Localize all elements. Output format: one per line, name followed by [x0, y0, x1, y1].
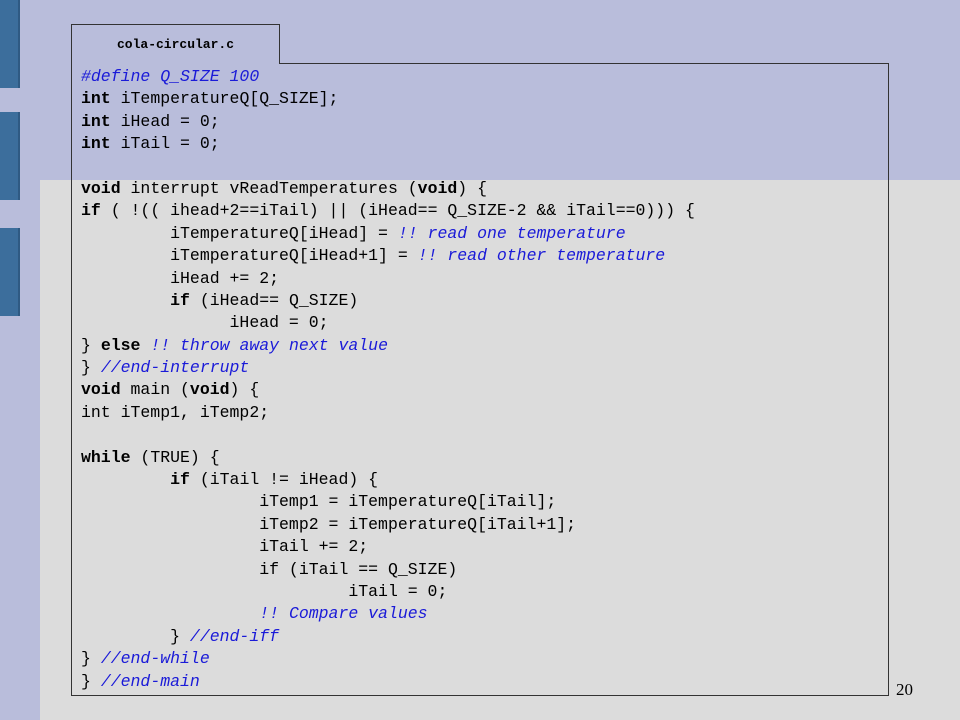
code-text: iTemperatureQ[iHead+1] = [81, 246, 418, 266]
code-line: int iTail = 0; [81, 133, 695, 155]
code-text: iHead = 0; [110, 111, 220, 131]
code-line: if (iHead== Q_SIZE) [81, 290, 695, 312]
code-text: } [81, 626, 190, 646]
code-text: ) { [457, 178, 487, 198]
code-line: } //end-iff [81, 626, 695, 648]
code-line: iTemp2 = iTemperatureQ[iTail+1]; [81, 514, 695, 536]
code-text: if (iTail == Q_SIZE) [81, 559, 458, 579]
code-line: iHead = 0; [81, 312, 695, 334]
code-text: (iHead== Q_SIZE) [189, 290, 359, 310]
code-line: } //end-interrupt [81, 357, 695, 379]
code-text: iTemp1 = iTemperatureQ[iTail]; [81, 492, 557, 512]
code-comment: !! Compare values [259, 604, 428, 624]
code-text: ) { [229, 380, 260, 400]
code-line: int iTemperatureQ[Q_SIZE]; [81, 88, 695, 110]
code-keyword: if [170, 470, 190, 490]
accent-bar-3 [0, 228, 20, 316]
code-line: if (iTail == Q_SIZE) [81, 559, 695, 581]
code-keyword: else [100, 335, 141, 355]
code-line: int iTemp1, iTemp2; [81, 402, 695, 424]
file-tab[interactable]: cola-circular.c [71, 24, 280, 64]
code-text: } [81, 671, 101, 691]
code-text: iTemp2 = iTemperatureQ[iTail+1]; [81, 514, 577, 534]
code-text: } [81, 358, 101, 378]
code-line: iHead += 2; [81, 268, 695, 290]
code-line: void main (void) { [81, 379, 695, 401]
code-keyword: int [81, 111, 111, 131]
code-block: #define Q_SIZE 100 int iTemperatureQ[Q_SI… [81, 66, 695, 693]
code-text: int iTemp1, iTemp2; [81, 402, 270, 422]
code-line: void interrupt vReadTemperatures (void) … [81, 178, 695, 200]
code-keyword: void [81, 178, 121, 198]
code-text: iHead += 2; [81, 268, 280, 288]
code-comment: !! throw away next value [150, 335, 388, 355]
code-text: iTemperatureQ[Q_SIZE]; [110, 89, 339, 109]
code-text: iHead = 0; [81, 313, 329, 333]
code-keyword: void [417, 178, 458, 198]
code-comment: //end-main [100, 671, 200, 691]
code-text: iTail = 0; [110, 134, 220, 154]
code-line: int iHead = 0; [81, 111, 695, 133]
code-keyword: int [81, 89, 111, 109]
code-line: if ( !(( ihead+2==iTail) || (iHead== Q_S… [81, 200, 695, 222]
code-line: #define Q_SIZE 100 [81, 66, 695, 88]
code-text: main ( [120, 380, 190, 400]
code-comment: #define Q_SIZE 100 [81, 67, 260, 86]
code-keyword: int [81, 134, 111, 154]
code-line: while (TRUE) { [81, 447, 695, 469]
code-keyword: if [170, 290, 190, 310]
code-text: (TRUE) { [130, 447, 220, 467]
code-line: !! Compare values [81, 603, 695, 625]
code-text: iTail += 2; [81, 537, 369, 557]
code-comment: //end-iff [189, 626, 280, 646]
code-text: iTemperatureQ[iHead] = [81, 223, 398, 243]
accent-bar-1 [0, 0, 20, 88]
code-line: } //end-main [81, 671, 695, 693]
code-text: interrupt vReadTemperatures ( [120, 178, 418, 198]
accent-bar-2 [0, 112, 20, 200]
code-text: iTail = 0; [81, 581, 448, 601]
code-comment: !! read one temperature [397, 223, 626, 243]
code-keyword: while [81, 447, 131, 467]
code-text: } [81, 335, 101, 355]
page-number: 20 [896, 680, 913, 699]
code-comment: //end-interrupt [100, 358, 250, 378]
code-comment: //end-while [100, 649, 210, 669]
code-comment: !! read other temperature [417, 246, 666, 266]
code-line: iTail = 0; [81, 581, 695, 603]
code-text: ( !(( ihead+2==iTail) || (iHead== Q_SIZE… [100, 201, 695, 221]
code-line: } //end-while [81, 648, 695, 670]
code-keyword: void [81, 380, 121, 400]
code-line: iTemperatureQ[iHead] = !! read one tempe… [81, 223, 695, 245]
code-text: } [81, 649, 101, 669]
code-line: } else !! throw away next value [81, 335, 695, 357]
code-text: (iTail != iHead) { [189, 470, 379, 490]
file-tab-label: cola-circular.c [116, 37, 235, 52]
code-keyword: void [189, 380, 230, 400]
code-keyword: if [81, 201, 101, 221]
code-line: if (iTail != iHead) { [81, 469, 695, 491]
code-line: iTail += 2; [81, 536, 695, 558]
code-line: iTemperatureQ[iHead+1] = !! read other t… [81, 245, 695, 267]
code-line: iTemp1 = iTemperatureQ[iTail]; [81, 491, 695, 513]
